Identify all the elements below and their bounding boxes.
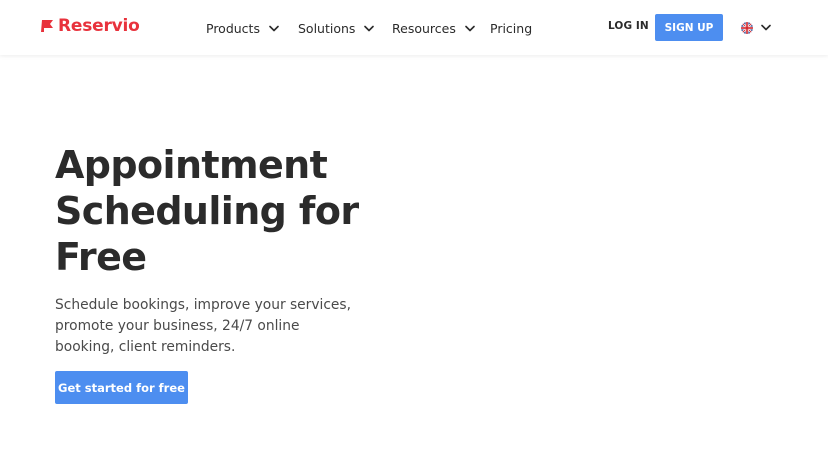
chevron-down-icon (364, 25, 375, 31)
brand-name: Reservio (58, 16, 140, 36)
logo-mark-icon (41, 20, 53, 32)
nav-pricing-label: Pricing (490, 20, 533, 36)
nav-pricing[interactable]: Pricing (490, 18, 532, 38)
nav-resources-label: Resources (392, 20, 456, 36)
chevron-down-icon (761, 24, 771, 31)
hero-subtitle: Schedule bookings, improve your services… (55, 297, 351, 355)
language-selector[interactable] (741, 21, 771, 34)
site-header: Reservio Products Solutions Resources Pr… (0, 0, 828, 55)
chevron-down-icon (269, 25, 279, 31)
nav-solutions-label: Solutions (298, 20, 356, 36)
nav-products-label: Products (206, 20, 260, 36)
get-started-button[interactable]: Get started for free (55, 371, 188, 404)
hero-title: Appointment Scheduling for Free (55, 143, 359, 279)
nav-resources[interactable]: Resources (392, 18, 475, 38)
login-button[interactable]: LOG IN (608, 20, 649, 32)
reservio-logo[interactable]: Reservio (40, 15, 140, 37)
uk-flag-icon (741, 21, 753, 34)
nav-products[interactable]: Products (206, 18, 279, 38)
chevron-down-icon (465, 25, 475, 31)
nav-solutions[interactable]: Solutions (298, 18, 375, 38)
signup-button[interactable]: SIGN UP (655, 14, 723, 41)
